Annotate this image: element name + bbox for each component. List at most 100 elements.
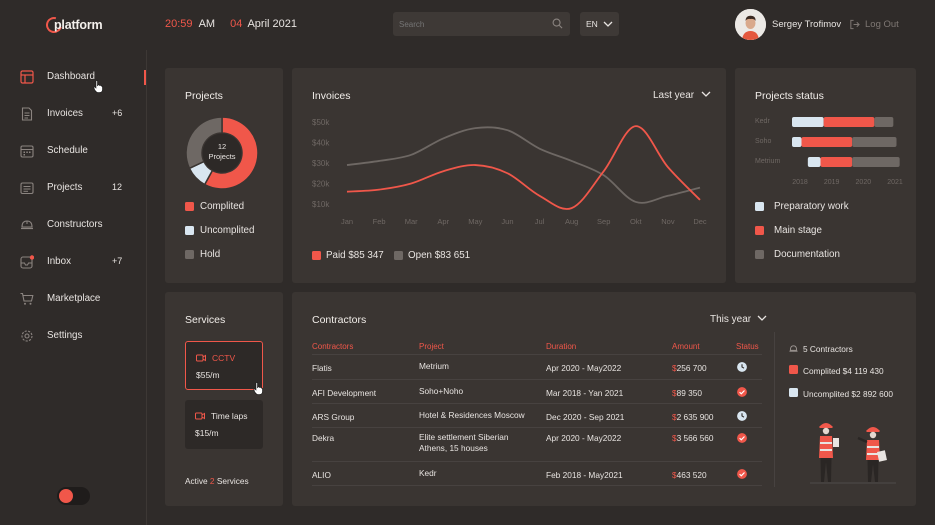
services-title: Services — [185, 314, 226, 326]
row-label: Metrium — [755, 158, 780, 165]
x-tick-label: Sep — [597, 217, 610, 226]
status-clock-icon — [737, 362, 747, 372]
x-tick-label: 2019 — [824, 179, 840, 186]
table-row[interactable]: Flatis Metrium Apr 2020 - May2022 $256 700 — [312, 355, 762, 380]
sidebar-item-inbox[interactable]: Inbox +7 — [20, 253, 130, 271]
sidebar-item-label: Projects — [47, 182, 83, 193]
col-header-contractors[interactable]: Contractors — [312, 342, 353, 351]
chevron-down-icon — [701, 91, 711, 97]
sidebar-divider — [146, 50, 147, 525]
projects-status-bar-chart: Kedr Soho Metrium 2018 2019 2020 2021 — [755, 117, 903, 186]
y-tick-label: $50k — [312, 118, 330, 127]
legend-swatch-completed — [185, 202, 194, 211]
col-header-project[interactable]: Project — [419, 342, 444, 351]
cell-duration: Dec 2020 - Sep 2021 — [546, 412, 625, 422]
invoices-title: Invoices — [312, 90, 351, 102]
status-bar-segment — [820, 157, 853, 167]
cell-contractor: Flatis — [312, 363, 332, 373]
search-box[interactable] — [393, 12, 570, 36]
contractors-period-value: This year — [710, 314, 752, 325]
x-tick-label: Dec — [693, 217, 707, 226]
y-tick-label: $40k — [312, 139, 330, 148]
table-row[interactable]: Dekra Elite settlement Siberian Athens, 15… — [312, 428, 762, 462]
cell-duration: Apr 2020 - May2022 — [546, 433, 622, 443]
theme-toggle[interactable] — [57, 487, 90, 505]
dashboard-icon — [20, 70, 34, 84]
col-header-status[interactable]: Status — [736, 342, 759, 351]
sidebar-item-count: +6 — [112, 108, 123, 118]
amount-value: 2 635 900 — [676, 412, 714, 422]
cell-project-line1: Metrium — [419, 361, 449, 371]
user-name[interactable]: Sergey Trofimov — [772, 19, 841, 30]
sidebar-item-dashboard[interactable]: Dashboard — [20, 68, 130, 86]
cell-duration: Apr 2020 - May2022 — [546, 363, 622, 373]
search-input[interactable] — [393, 12, 543, 36]
language-select[interactable]: EN — [580, 12, 619, 36]
x-tick-label: Feb — [373, 217, 386, 226]
contractors-count: 5 Contractors — [803, 344, 853, 354]
table-row[interactable]: ARS Group Hotel & Residences Moscow Dec 20… — [312, 404, 762, 428]
logout-icon — [850, 19, 860, 30]
invoices-card: Invoices Last year $50k $40k $30k $20k $10k J… — [292, 68, 726, 283]
active-services-summary: Active 2 Services — [185, 476, 249, 486]
x-tick-label: 2021 — [887, 179, 903, 186]
legend-swatch-completed — [789, 365, 798, 374]
service-time-laps[interactable]: Time laps $15/m — [185, 400, 263, 449]
logout-button[interactable]: Log Out — [850, 19, 899, 30]
legend-label-main-stage: Main stage — [774, 225, 822, 236]
sidebar-item-schedule[interactable]: Schedule — [20, 142, 130, 160]
projects-title: Projects — [185, 90, 223, 102]
cell-project: Kedr — [419, 468, 437, 479]
sidebar-item-label: Marketplace — [47, 293, 101, 304]
status-bar-segment — [852, 137, 897, 147]
legend-swatch-uncompleted — [789, 388, 798, 397]
legend-label-preparatory: Preparatory work — [774, 201, 849, 212]
cell-amount: $89 350 — [672, 388, 702, 398]
x-tick-label: Nov — [661, 217, 675, 226]
cell-amount: $3 566 560 — [672, 433, 714, 443]
cell-project-line1: Soho+Noho — [419, 386, 464, 396]
legend-label-uncompleted: Uncomplited — [200, 225, 255, 236]
donut-center-label: 12 Projects — [185, 142, 259, 162]
legend-label-hold: Hold — [200, 249, 221, 260]
sidebar-item-constructors[interactable]: Constructors — [20, 216, 130, 234]
legend-swatch-open — [394, 251, 403, 260]
service-price: $15/m — [195, 428, 219, 438]
cell-project: Hotel & Residences Moscow — [419, 410, 525, 421]
contractors-uncompleted-total: Uncomplited $2 892 600 — [803, 389, 893, 399]
col-header-amount[interactable]: Amount — [672, 342, 700, 351]
sidebar-item-label: Inbox — [47, 256, 71, 267]
sidebar-item-marketplace[interactable]: Marketplace — [20, 290, 130, 308]
x-tick-label: May — [468, 217, 482, 226]
logo[interactable]: platform — [43, 14, 106, 36]
gear-icon — [21, 330, 33, 342]
cell-contractor: ALIO — [312, 470, 331, 480]
col-header-duration[interactable]: Duration — [546, 342, 576, 351]
sidebar-item-label: Constructors — [47, 219, 103, 230]
cell-project: Metrium — [419, 361, 449, 372]
invoices-period-select[interactable]: Last year — [653, 90, 711, 101]
chevron-down-icon — [603, 21, 613, 27]
contractors-card: Contractors This year Contractors Projec… — [292, 292, 916, 506]
contractors-title: Contractors — [312, 314, 367, 326]
contractors-period-select[interactable]: This year — [710, 314, 767, 325]
status-bar-segment — [801, 137, 853, 147]
table-row[interactable]: AFI Development Soho+Noho Mar 2018 - Yan 2… — [312, 380, 762, 404]
cell-amount: $463 520 — [672, 470, 707, 480]
sidebar-item-settings[interactable]: Settings — [20, 327, 130, 345]
legend-label-paid: Paid $85 347 — [326, 250, 384, 261]
status-bar-segment — [874, 117, 894, 127]
avatar[interactable] — [735, 9, 766, 40]
sidebar-item-projects[interactable]: Projects 12 — [20, 179, 130, 197]
search-icon[interactable] — [552, 18, 563, 29]
cell-project: Elite settlement Siberian Athens, 15 hous… — [419, 432, 508, 454]
table-row[interactable]: ALIO Kedr Feb 2018 - May2021 $463 520 — [312, 462, 762, 486]
cell-amount: $2 635 900 — [672, 412, 714, 422]
status-bar-segment — [807, 157, 821, 167]
sidebar-item-invoices[interactable]: Invoices +6 — [20, 105, 130, 123]
legend-swatch-uncompleted — [185, 226, 194, 235]
series-line-open — [346, 126, 701, 204]
service-cctv[interactable]: CCTV $55/m — [185, 341, 263, 390]
cell-contractor: ARS Group — [312, 412, 355, 422]
language-value: EN — [586, 19, 598, 29]
